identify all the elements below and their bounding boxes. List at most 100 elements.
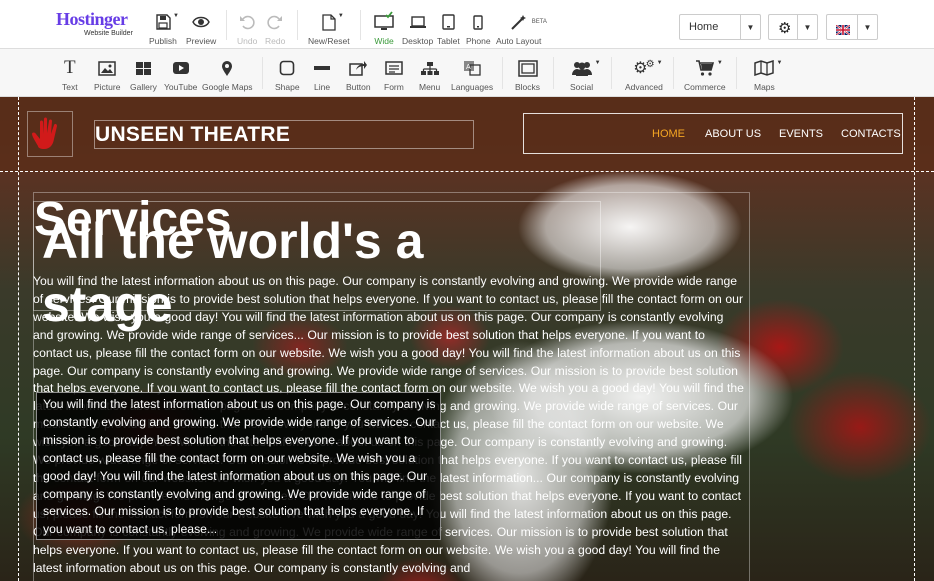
gears-icon: ⚙ ⚙ ▼ [633, 58, 663, 78]
header-guide-line [0, 171, 934, 172]
auto-layout-button[interactable]: BETA Auto Layout [496, 11, 547, 46]
tablet-view-button[interactable]: Tablet [437, 11, 460, 46]
advanced-element-label: Advanced [625, 82, 663, 92]
gear-icon: ⚙ [778, 20, 792, 37]
language-dropdown[interactable]: ▼ [826, 14, 878, 40]
picture-icon [98, 58, 116, 78]
chevron-down-icon: ▼ [797, 15, 817, 39]
gallery-element-button[interactable]: Gallery [130, 58, 157, 92]
laptop-icon [409, 11, 427, 33]
button-element-button[interactable]: Button [346, 58, 371, 92]
phone-view-button[interactable]: Phone [466, 11, 491, 46]
menu-item-about-us[interactable]: ABOUT US [705, 128, 761, 140]
advanced-element-button[interactable]: ⚙ ⚙ ▼ Advanced [625, 58, 663, 93]
overlay-text-box[interactable]: You will find the latest information abo… [36, 392, 441, 540]
desktop-view-button[interactable]: Desktop [402, 11, 433, 46]
shape-element-button[interactable]: Shape [275, 58, 300, 92]
youtube-icon [172, 58, 190, 78]
separator [553, 57, 554, 89]
gallery-icon [135, 58, 152, 78]
separator [736, 57, 737, 89]
line-icon [314, 58, 331, 78]
separator [502, 57, 503, 89]
site-title-box[interactable]: UNSEEN THEATRE [94, 120, 474, 149]
separator [262, 57, 263, 89]
site-menu[interactable]: HOME ABOUT US EVENTS CONTACTS [523, 113, 903, 154]
shape-element-label: Shape [275, 82, 300, 92]
line-element-button[interactable]: Line [314, 58, 330, 92]
menu-item-home[interactable]: HOME [652, 128, 685, 140]
svg-text:A: A [466, 64, 471, 71]
maps-element-label: Maps [754, 82, 775, 92]
google-maps-element-label: Google Maps [202, 82, 253, 92]
commerce-element-button[interactable]: ▼ Commerce [684, 58, 726, 92]
line-element-label: Line [314, 82, 331, 92]
share-arrow-icon [349, 58, 368, 78]
picture-element-label: Picture [94, 82, 121, 92]
hand-icon [32, 117, 57, 149]
chevron-down-icon: ▼ [857, 15, 877, 39]
languages-element-button[interactable]: A Languages [451, 58, 493, 92]
wide-view-button[interactable]: Wide [374, 8, 394, 46]
translate-icon: A [463, 58, 481, 78]
desktop-label: Desktop [402, 36, 434, 46]
redo-label: Redo [265, 36, 286, 46]
publish-button[interactable]: ▼ Publish [149, 11, 179, 46]
languages-element-label: Languages [451, 82, 494, 92]
chevron-down-icon: ▼ [716, 60, 723, 66]
new-reset-button[interactable]: ▼ New/Reset [308, 11, 350, 46]
preview-button[interactable]: Preview [186, 11, 216, 46]
save-icon: ▼ [155, 11, 179, 33]
hostinger-logo[interactable]: Hostinger Website Builder [56, 9, 146, 40]
users-icon: ▼ [571, 58, 601, 78]
gallery-element-label: Gallery [130, 82, 157, 92]
undo-button[interactable]: Undo [237, 11, 257, 46]
social-element-button[interactable]: ▼ Social [570, 58, 601, 92]
menu-item-contacts[interactable]: CONTACTS [841, 128, 901, 140]
picture-element-button[interactable]: Picture [94, 58, 120, 92]
logo-brand: Hostinger [56, 9, 128, 29]
menu-element-button[interactable]: Menu [419, 58, 440, 92]
text-element-label: Text [62, 82, 78, 92]
redo-icon [267, 11, 283, 33]
separator [611, 57, 612, 89]
folded-map-icon: ▼ [754, 58, 782, 78]
google-maps-element-button[interactable]: Google Maps [202, 58, 253, 92]
youtube-element-button[interactable]: YouTube [164, 58, 197, 92]
overlay-text[interactable]: You will find the latest information abo… [43, 396, 441, 539]
undo-icon [239, 11, 255, 33]
chevron-down-icon: ▼ [776, 60, 783, 66]
youtube-element-label: YouTube [164, 82, 198, 92]
text-icon: T [63, 57, 76, 78]
redo-button[interactable]: Redo [265, 11, 285, 46]
site-title[interactable]: UNSEEN THEATRE [95, 123, 290, 147]
sitemap-icon [420, 58, 439, 78]
elements-toolbar: T Text Picture Gallery YouTube Google Ma… [0, 49, 934, 97]
editor-canvas[interactable]: UNSEEN THEATRE HOME ABOUT US EVENTS CONT… [0, 97, 934, 581]
separator [673, 57, 674, 89]
undo-label: Undo [237, 36, 258, 46]
chevron-down-icon: ▼ [656, 60, 663, 66]
magic-wand-icon: BETA [510, 11, 547, 33]
chevron-down-icon: ▼ [172, 13, 179, 19]
new-page-icon: ▼ [322, 11, 344, 33]
separator [297, 10, 298, 40]
beta-badge: BETA [531, 19, 547, 25]
chevron-down-icon: ▼ [740, 15, 760, 39]
form-element-button[interactable]: Form [384, 58, 404, 92]
uk-flag-icon [835, 22, 851, 40]
top-toolbar: Hostinger Website Builder ▼ Publish Prev… [0, 0, 934, 49]
blocks-element-button[interactable]: Blocks [515, 58, 540, 92]
monitor-icon [374, 8, 394, 33]
form-icon [385, 58, 403, 78]
menu-element-label: Menu [419, 82, 441, 92]
maps-element-button[interactable]: ▼ Maps [754, 58, 782, 92]
eye-icon [192, 11, 210, 33]
blocks-icon [517, 58, 538, 78]
text-element-button[interactable]: T Text [62, 57, 78, 92]
settings-dropdown[interactable]: ⚙ ▼ [768, 14, 818, 40]
page-select[interactable]: Home ▼ [679, 14, 761, 40]
menu-item-events[interactable]: EVENTS [779, 128, 823, 140]
map-pin-icon [221, 58, 233, 78]
site-logo[interactable] [27, 111, 73, 157]
